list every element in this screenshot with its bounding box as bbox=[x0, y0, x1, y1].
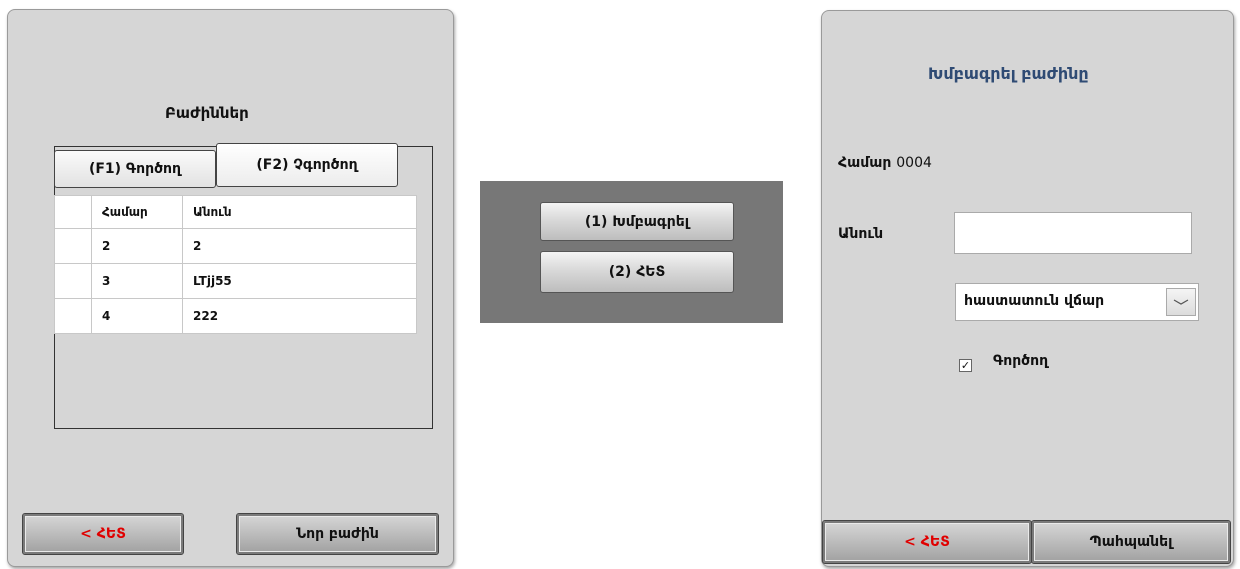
table-row[interactable]: 4 222 bbox=[54, 298, 417, 334]
active-checkbox[interactable]: ✓ bbox=[959, 359, 972, 372]
tariff-select-value: հաստատուն վճար bbox=[964, 293, 1105, 309]
name-input[interactable] bbox=[954, 212, 1192, 254]
name-label: Անուն bbox=[838, 226, 884, 242]
chevron-down-icon[interactable] bbox=[1166, 288, 1196, 316]
cell-name: LTjj55 bbox=[182, 263, 417, 299]
back-button[interactable]: < ՀԵՏ bbox=[822, 520, 1032, 564]
column-header-number[interactable]: Համար bbox=[91, 195, 183, 229]
table-row[interactable]: 3 LTjj55 bbox=[54, 263, 417, 299]
sections-title: Բաժիններ bbox=[165, 104, 249, 122]
row-selector[interactable] bbox=[54, 228, 92, 264]
edit-button[interactable]: (1) Խմբագրել bbox=[540, 202, 734, 241]
table-header-row: Համար Անուն bbox=[54, 195, 417, 229]
column-header-name[interactable]: Անուն bbox=[182, 195, 417, 229]
column-header-select bbox=[54, 195, 92, 229]
row-selector[interactable] bbox=[54, 298, 92, 334]
edit-section-title: Խմբագրել բաժինը bbox=[928, 64, 1089, 83]
cell-name: 222 bbox=[182, 298, 417, 334]
tariff-select[interactable]: հաստատուն վճար bbox=[955, 283, 1199, 321]
save-button[interactable]: Պահպանել bbox=[1031, 520, 1231, 564]
active-checkbox-label: Գործող bbox=[993, 353, 1049, 369]
back-button[interactable]: < ՀԵՏ bbox=[22, 513, 184, 555]
sections-table: Համար Անուն 2 2 3 LTjj55 4 222 bbox=[54, 195, 417, 334]
new-section-button[interactable]: Նոր բաժին bbox=[236, 513, 439, 555]
number-row: Համար 0004 bbox=[838, 155, 932, 171]
cell-name: 2 bbox=[182, 228, 417, 264]
tab-active[interactable]: (F1) Գործող bbox=[54, 150, 216, 188]
row-selector[interactable] bbox=[54, 263, 92, 299]
tab-inactive[interactable]: (F2) Չգործող bbox=[216, 143, 398, 187]
table-row[interactable]: 2 2 bbox=[54, 228, 417, 264]
cell-number: 2 bbox=[91, 228, 183, 264]
number-value: 0004 bbox=[896, 155, 932, 171]
cell-number: 4 bbox=[91, 298, 183, 334]
dialog-back-button[interactable]: (2) ՀԵՏ bbox=[540, 251, 734, 293]
number-label: Համար bbox=[838, 155, 892, 171]
cell-number: 3 bbox=[91, 263, 183, 299]
